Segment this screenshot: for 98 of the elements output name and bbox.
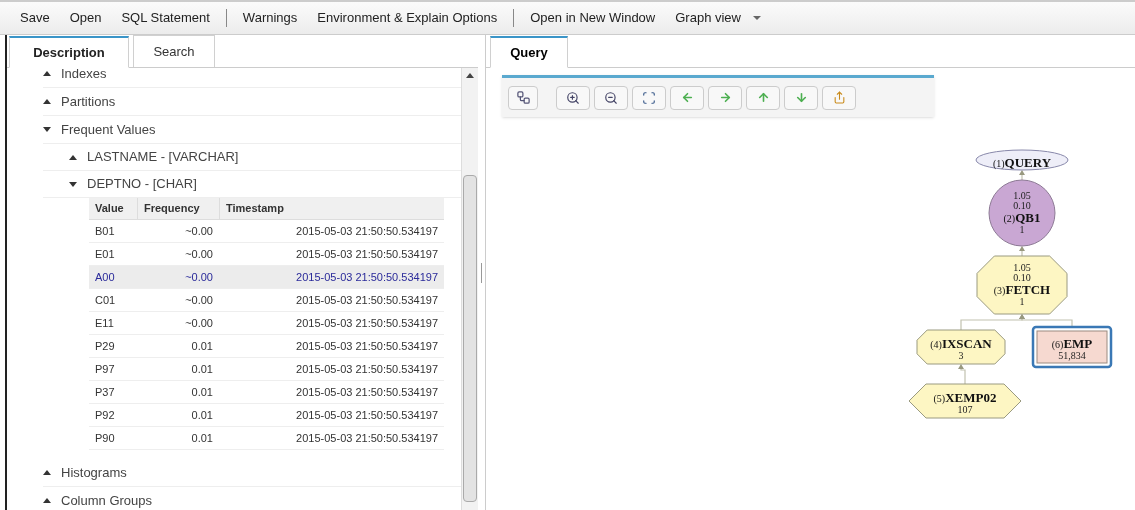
table-cell-text: P97 bbox=[94, 361, 116, 377]
expanded-caret-icon[interactable] bbox=[69, 181, 77, 187]
table-cell-text: B01 bbox=[94, 223, 116, 239]
connector-arrow bbox=[958, 364, 966, 385]
table-cell-text: 0.01 bbox=[190, 430, 214, 446]
arrow-down-icon bbox=[794, 91, 808, 104]
menu-item[interactable]: Open bbox=[59, 8, 112, 28]
collapsed-caret-icon[interactable] bbox=[43, 470, 51, 475]
collapsed-caret-icon[interactable] bbox=[43, 498, 51, 503]
collapsed-caret-icon[interactable] bbox=[43, 71, 51, 76]
table-row[interactable]: P29 0.01 2015-05-03 21:50:50.534197 bbox=[89, 335, 444, 358]
menu-item[interactable]: Warnings bbox=[232, 8, 308, 28]
menu-item[interactable]: Save bbox=[10, 8, 60, 28]
table-cell-text: P90 bbox=[94, 430, 116, 446]
table-cell-text: 0.01 bbox=[190, 407, 214, 423]
arrow-right-icon bbox=[718, 91, 732, 104]
zoom-in-icon bbox=[566, 90, 580, 105]
plan-node[interactable]: (1)QUERY bbox=[975, 149, 1069, 171]
table-cell-text: 2015-05-03 21:50:50.534197 bbox=[295, 338, 439, 354]
table-cell-text: 2015-05-03 21:50:50.534197 bbox=[295, 407, 439, 423]
section-title: Histograms bbox=[61, 463, 127, 482]
column-title: DEPTNO - [CHAR] bbox=[87, 175, 197, 194]
table-cell-text: E11 bbox=[94, 315, 115, 331]
menu-item[interactable]: SQL Statement bbox=[111, 8, 220, 28]
layout-button[interactable] bbox=[508, 85, 538, 110]
zoom-out-icon bbox=[604, 90, 618, 105]
tree-item[interactable]: Partitions bbox=[43, 88, 461, 116]
table-cell-text: 0.01 bbox=[190, 384, 214, 400]
table-cell-text: 2015-05-03 21:50:50.534197 bbox=[295, 384, 439, 400]
table-row[interactable]: E11 ~0.00 2015-05-03 21:50:50.534197 bbox=[89, 312, 444, 335]
zoom-in-button[interactable] bbox=[556, 85, 590, 110]
tree-item[interactable]: Frequent Values bbox=[43, 116, 461, 144]
plan-node[interactable]: (4)IXSCAN 3 bbox=[916, 329, 1006, 365]
connector-arrow bbox=[1019, 170, 1025, 181]
expanded-caret-icon[interactable] bbox=[43, 127, 51, 132]
column-header[interactable]: Frequency bbox=[137, 198, 219, 219]
table-cell-text: 2015-05-03 21:50:50.534197 bbox=[295, 430, 439, 446]
zoom-out-button[interactable] bbox=[594, 85, 628, 110]
table-cell-text: 2015-05-03 21:50:50.534197 bbox=[295, 269, 439, 285]
tab[interactable]: Query bbox=[490, 36, 568, 68]
connector-arrow bbox=[1019, 314, 1073, 328]
table-cell-text: 2015-05-03 21:50:50.534197 bbox=[295, 361, 439, 377]
caret-icon bbox=[753, 16, 761, 20]
menu-item[interactable]: Environment & Explain Options bbox=[307, 8, 508, 28]
tab[interactable]: Search bbox=[133, 35, 215, 67]
table-cell-text: 2015-05-03 21:50:50.534197 bbox=[295, 315, 439, 331]
table-cell-text: ~0.00 bbox=[184, 246, 214, 262]
table-row[interactable]: A00 ~0.00 2015-05-03 21:50:50.534197 bbox=[89, 266, 444, 289]
table-cell-text: P92 bbox=[94, 407, 116, 423]
tab[interactable]: Description bbox=[9, 36, 129, 68]
table-cell-text: ~0.00 bbox=[184, 269, 214, 285]
table-cell-text: 2015-05-03 21:50:50.534197 bbox=[295, 292, 439, 308]
section-title: Frequent Values bbox=[61, 120, 156, 139]
plan-node[interactable]: 1.05 0.10 (2)QB1 1 bbox=[988, 179, 1056, 247]
table-row[interactable]: P37 0.01 2015-05-03 21:50:50.534197 bbox=[89, 381, 444, 404]
table-cell-text: ~0.00 bbox=[184, 223, 214, 239]
section-title: Column Groups bbox=[61, 491, 153, 510]
table-cell-text: C01 bbox=[94, 292, 117, 308]
table-cell-text: 2015-05-03 21:50:50.534197 bbox=[295, 246, 439, 262]
table-cell-text: P37 bbox=[94, 384, 116, 400]
table-cell-text: P29 bbox=[94, 338, 116, 354]
table-cell-text: ~0.00 bbox=[184, 315, 214, 331]
table-row[interactable]: C01 ~0.00 2015-05-03 21:50:50.534197 bbox=[89, 289, 444, 312]
column-title: LASTNAME - [VARCHAR] bbox=[87, 148, 239, 167]
scrollbar[interactable] bbox=[461, 68, 478, 510]
tree-item[interactable]: Indexes bbox=[43, 68, 461, 88]
table-row[interactable]: P92 0.01 2015-05-03 21:50:50.534197 bbox=[89, 404, 444, 427]
table-cell-text: 2015-05-03 21:50:50.534197 bbox=[295, 223, 439, 239]
tree-item[interactable]: LASTNAME - [VARCHAR] bbox=[43, 144, 461, 171]
fit-icon bbox=[642, 90, 656, 105]
column-header[interactable]: Timestamp bbox=[219, 198, 444, 219]
plan-node[interactable]: (6)EMP 51,834 bbox=[1031, 325, 1113, 369]
table-cell-text: E01 bbox=[94, 246, 116, 262]
tree-item[interactable]: Histograms bbox=[43, 459, 461, 487]
connector-arrow bbox=[1019, 246, 1025, 257]
table-row[interactable]: P90 0.01 2015-05-03 21:50:50.534197 bbox=[89, 427, 444, 450]
column-header[interactable]: Value bbox=[89, 198, 137, 219]
table-row[interactable]: B01 ~0.00 2015-05-03 21:50:50.534197 bbox=[89, 220, 444, 243]
fit-button[interactable] bbox=[632, 85, 666, 110]
table-cell-text: 0.01 bbox=[190, 361, 214, 377]
collapsed-caret-icon[interactable] bbox=[43, 99, 51, 104]
menu-item[interactable]: Open in New Window bbox=[520, 8, 666, 28]
plan-node[interactable]: 1.05 0.10 (3)FETCH 1 bbox=[976, 255, 1068, 315]
diagram-icon bbox=[515, 90, 531, 105]
plan-node[interactable]: (5)XEMP02 107 bbox=[908, 383, 1022, 419]
section-title: Indexes bbox=[61, 68, 107, 83]
view-dropdown[interactable]: Graph view bbox=[665, 8, 771, 28]
table-cell-text: 0.01 bbox=[190, 338, 214, 354]
table-cell-text: A00 bbox=[94, 269, 116, 285]
table-row[interactable]: P97 0.01 2015-05-03 21:50:50.534197 bbox=[89, 358, 444, 381]
table-cell-text: ~0.00 bbox=[184, 292, 214, 308]
arrow-up-icon bbox=[756, 91, 770, 104]
collapsed-caret-icon[interactable] bbox=[69, 154, 77, 160]
scroll-up-icon[interactable] bbox=[466, 73, 474, 78]
scroll-thumb[interactable] bbox=[463, 175, 477, 502]
section-title: Partitions bbox=[61, 92, 116, 111]
arrow-left-icon bbox=[680, 91, 694, 104]
export-icon bbox=[832, 91, 846, 104]
